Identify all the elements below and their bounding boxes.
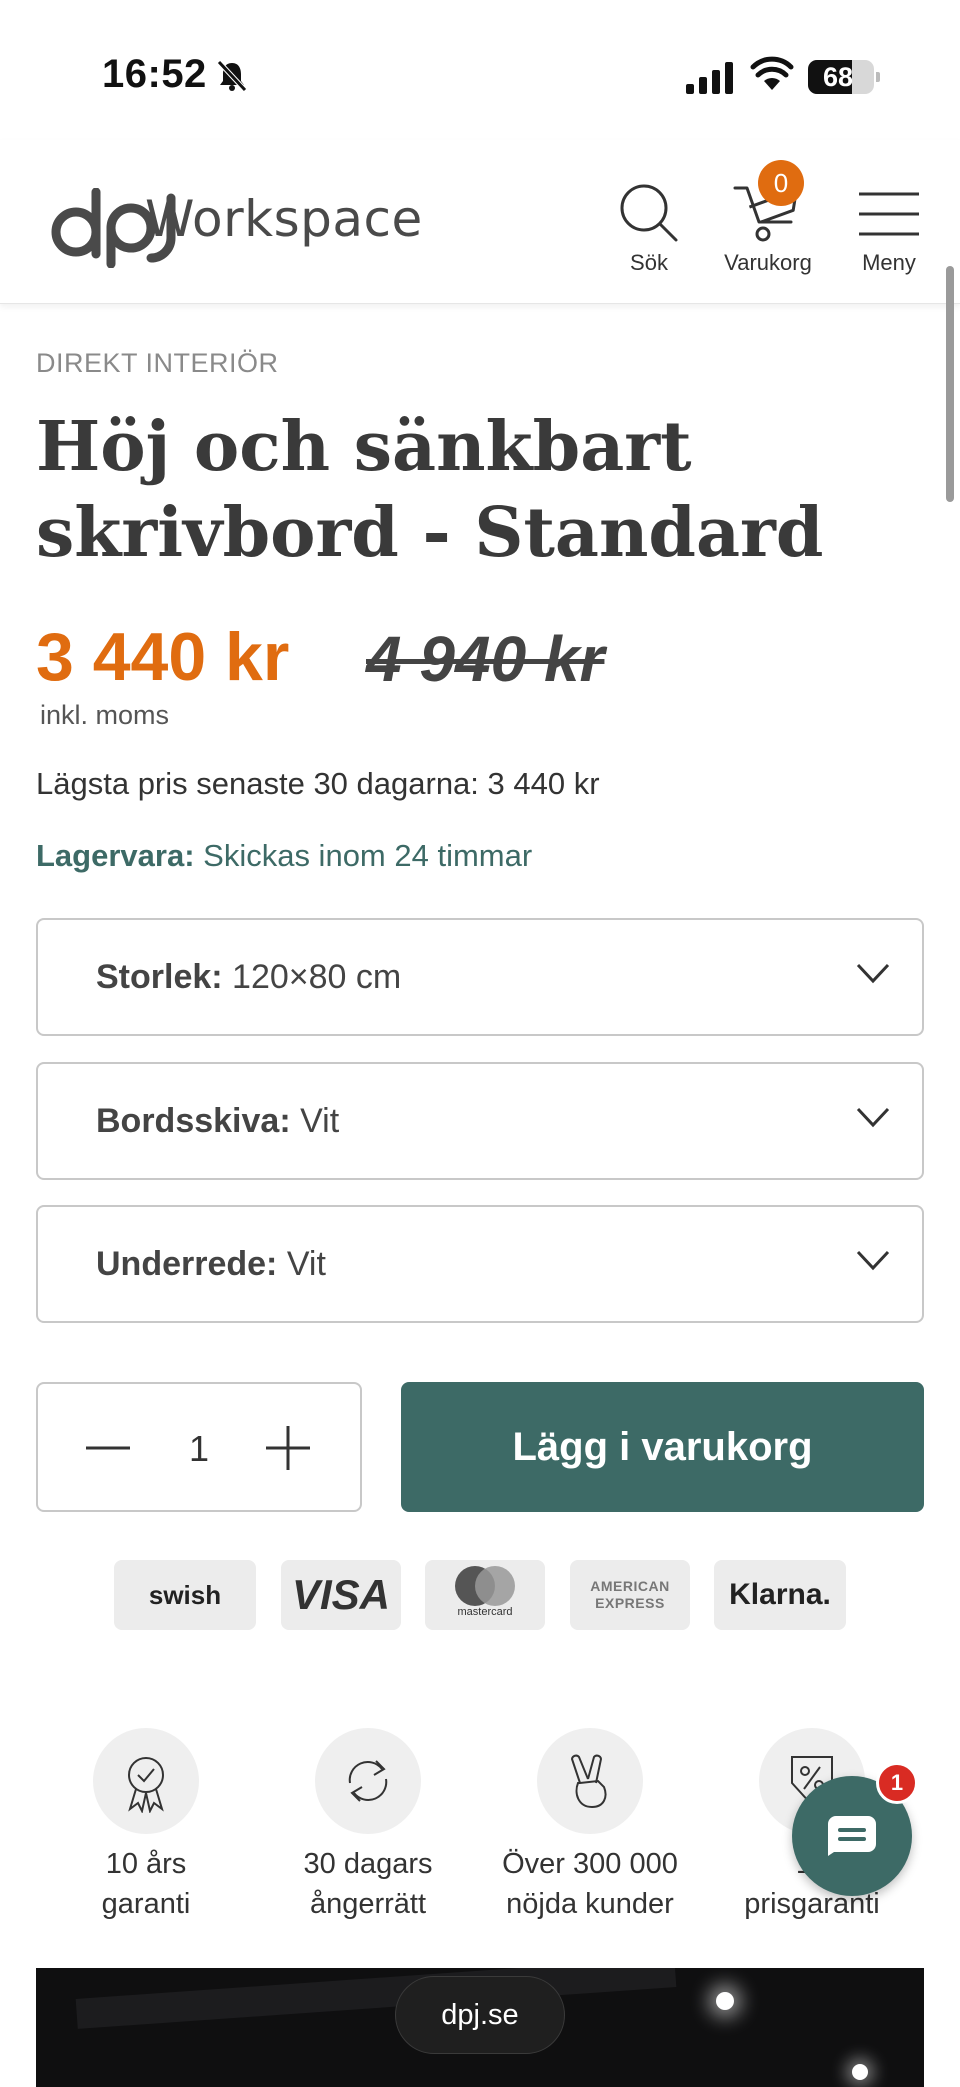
vat-note: inkl. moms <box>40 700 170 730</box>
usp-customers-line2: nöjda kunder <box>506 1888 674 1920</box>
logo-text: Workspace <box>145 190 423 248</box>
search-label: Sök <box>630 250 668 275</box>
award-ribbon-icon <box>128 1757 164 1813</box>
chat-bubble-icon <box>828 1816 876 1856</box>
klarna-label: Klarna. <box>729 1578 831 1611</box>
amex-logo: AMERICAN EXPRESS <box>570 1560 690 1630</box>
menu-label: Meny <box>862 250 916 275</box>
usp-warranty: 10 års garanti <box>36 1728 256 1924</box>
chevron-down-icon <box>856 1107 890 1128</box>
mastercard-logo: mastercard <box>425 1560 545 1630</box>
stock-text: Skickas inom 24 timmar <box>194 838 533 873</box>
search-button[interactable]: Sök <box>594 182 704 292</box>
search-icon <box>620 184 678 242</box>
visa-label: VISA <box>291 1571 391 1618</box>
swish-logo: swish <box>114 1560 256 1630</box>
lowest-price-note: Lägsta pris senaste 30 dagarna: 3 440 kr <box>36 766 600 801</box>
usp-warranty-line2: garanti <box>101 1888 191 1920</box>
frame-select-label: Underrede: <box>96 1245 278 1283</box>
size-select-value: 120×80 cm <box>222 958 402 996</box>
site-header: Workspace Sök Varukorg Meny <box>0 140 960 304</box>
hamburger-menu-icon <box>859 192 919 236</box>
original-price: 4 940 kr <box>366 623 605 695</box>
visa-logo: VISA <box>281 1560 401 1630</box>
usp-return-line1: 30 dagars <box>303 1848 433 1880</box>
tabletop-select[interactable]: Bordsskiva: Vit <box>36 1062 924 1180</box>
add-to-cart-button[interactable]: Lägg i varukorg <box>401 1382 924 1512</box>
current-price: 3 440 kr <box>36 619 290 695</box>
status-bar: 16:52 68 <box>0 0 960 140</box>
mastercard-label: mastercard <box>457 1606 513 1618</box>
product-brand[interactable]: DIREKT INTERIÖR <box>36 348 279 379</box>
usp-warranty-line1: 10 års <box>105 1848 187 1880</box>
plus-icon[interactable] <box>264 1424 312 1472</box>
quantity-stepper: 1 <box>36 1382 362 1512</box>
cart-label: Varukorg <box>724 250 812 275</box>
page-scrollbar[interactable] <box>946 266 954 502</box>
cart-count-badge: 0 <box>758 160 804 206</box>
bell-muted-icon <box>217 60 247 92</box>
chevron-down-icon <box>856 963 890 984</box>
usp-return: 30 dagars ångerrätt <box>258 1728 478 1924</box>
tabletop-select-value: Vit <box>290 1102 340 1140</box>
peace-hand-icon <box>570 1754 607 1809</box>
stock-label: Lagervara: <box>36 838 195 873</box>
menu-button[interactable]: Meny <box>834 182 944 292</box>
wifi-icon <box>750 56 794 90</box>
frame-select[interactable]: Underrede: Vit <box>36 1205 924 1323</box>
battery-indicator: 68 <box>808 60 880 94</box>
usp-price-line2: prisgaranti <box>744 1888 880 1920</box>
tabletop-select-label: Bordsskiva: <box>96 1102 291 1140</box>
battery-level: 68 <box>822 62 854 92</box>
usp-customers-line1: Över 300 000 <box>502 1848 678 1880</box>
usp-customers: Över 300 000 nöjda kunder <box>480 1728 700 1924</box>
status-time: 16:52 <box>102 52 207 96</box>
product-title: Höj och sänkbart skrivbord - Standard <box>36 407 824 573</box>
amex-label: AMERICAN EXPRESS <box>590 1578 670 1611</box>
cellular-signal-icon <box>686 62 733 94</box>
usp-return-line2: ångerrätt <box>309 1888 427 1920</box>
klarna-logo: Klarna. <box>714 1560 846 1630</box>
swish-label: swish <box>148 1580 222 1610</box>
size-select-label: Storlek: <box>96 958 223 996</box>
size-select[interactable]: Storlek: 120×80 cm <box>36 918 924 1036</box>
browser-url-bar[interactable]: dpj.se <box>395 1976 565 2054</box>
stock-status: Lagervara: Skickas inom 24 timmar <box>36 838 532 874</box>
frame-select-value: Vit <box>277 1245 326 1283</box>
chevron-down-icon <box>856 1250 890 1271</box>
return-arrows-icon <box>348 1760 388 1802</box>
chat-unread-badge: 1 <box>876 1762 918 1804</box>
